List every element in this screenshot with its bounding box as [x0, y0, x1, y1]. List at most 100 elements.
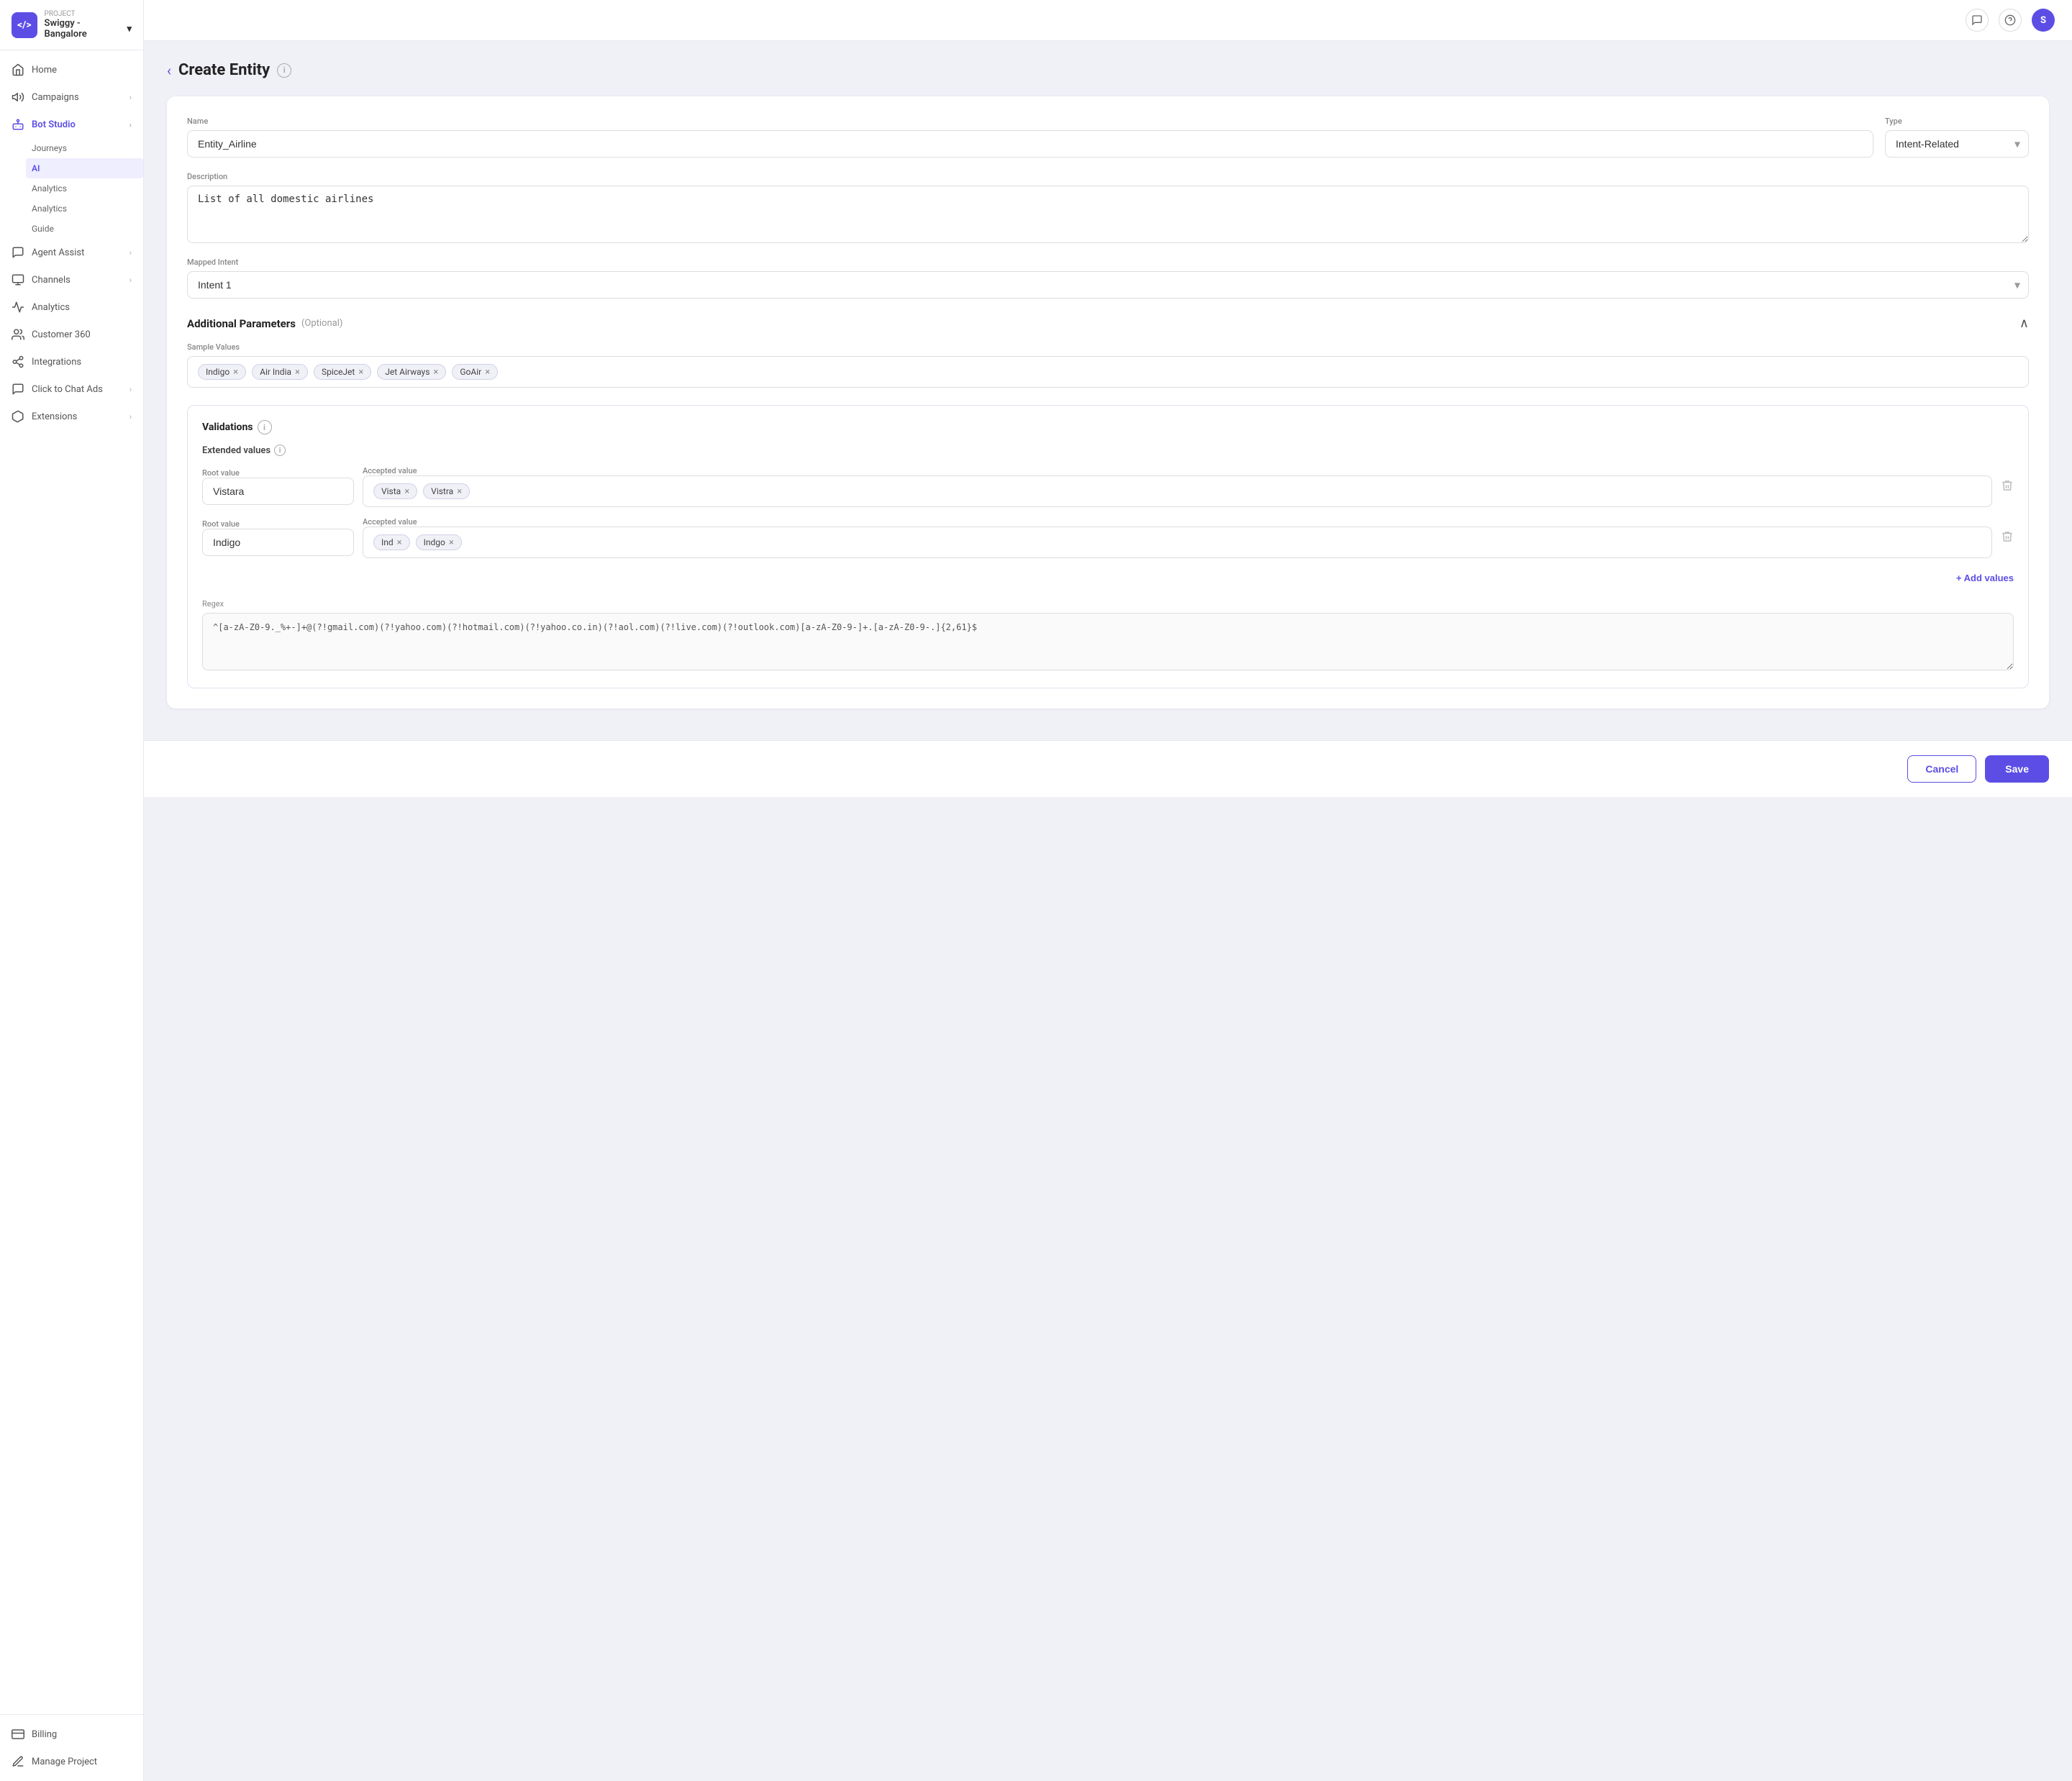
bot-studio-submenu: Journeys AI Analytics Analytics Guide: [0, 138, 143, 239]
sidebar-item-label: Integrations: [32, 357, 81, 368]
delete-row-1-button[interactable]: [2001, 479, 2014, 495]
description-input[interactable]: List of all domestic airlines: [187, 186, 2029, 243]
sidebar-item-label: Campaigns: [32, 92, 79, 103]
sidebar-item-ai[interactable]: AI: [26, 158, 143, 178]
validations-section: Validations i Extended values i Root val…: [187, 405, 2029, 688]
sidebar-item-agent-assist[interactable]: Agent Assist ›: [0, 239, 143, 266]
additional-params-section: Additional Parameters (Optional) ∧ Sampl…: [187, 316, 2029, 388]
sample-values-input[interactable]: Indigo × Air India × SpiceJet × Jet Ai: [187, 356, 2029, 388]
chevron-right-icon: ›: [130, 412, 132, 422]
sidebar-item-label: Analytics: [32, 302, 70, 313]
type-select[interactable]: Intent-Related Generic Custom: [1885, 130, 2029, 158]
extended-values-title: Extended values i: [202, 445, 2014, 456]
chat-icon: [12, 383, 24, 396]
back-button[interactable]: ‹: [167, 63, 171, 78]
tag-vista-close[interactable]: ×: [404, 487, 409, 496]
chat-bubble-icon: [1971, 14, 1983, 26]
name-type-row: Name Type Intent-Related Generic Custom: [187, 117, 2029, 158]
help-button[interactable]: [1999, 9, 2022, 32]
sidebar-item-channels[interactable]: Channels ›: [0, 266, 143, 293]
add-values-button[interactable]: + Add values: [1956, 568, 2014, 588]
sidebar-item-integrations[interactable]: Integrations: [0, 348, 143, 375]
accepted-values-input-2[interactable]: Ind × Indgo ×: [363, 527, 1992, 558]
tag-goair: GoAir ×: [452, 364, 498, 380]
optional-label: (Optional): [301, 318, 342, 329]
bot-icon: [12, 118, 24, 131]
mapped-intent-label: Mapped Intent: [187, 258, 2029, 267]
root-value-input-2[interactable]: [202, 529, 354, 556]
sidebar-item-manage-project[interactable]: Manage Project: [0, 1748, 143, 1775]
sidebar-item-bot-studio[interactable]: Bot Studio ›: [0, 111, 143, 138]
sidebar-item-click-to-chat[interactable]: Click to Chat Ads ›: [0, 375, 143, 403]
user-avatar[interactable]: S: [2032, 9, 2055, 32]
validations-title: Validations i: [202, 420, 2014, 434]
name-label: Name: [187, 117, 1873, 126]
sidebar-nav: Home Campaigns › Bot Studio › Journeys A…: [0, 50, 143, 1714]
cancel-button[interactable]: Cancel: [1907, 755, 1976, 783]
tag-indigo-close[interactable]: ×: [233, 368, 238, 377]
main-content: S ‹ Create Entity i Name Type Intent-Re: [144, 0, 2072, 1781]
extended-values-info-icon[interactable]: i: [274, 445, 286, 456]
tag-spicejet-close[interactable]: ×: [358, 368, 363, 377]
sidebar-item-label: Click to Chat Ads: [32, 384, 103, 395]
sidebar-bottom: Billing Manage Project: [0, 1714, 143, 1781]
tag-air-india: Air India ×: [252, 364, 308, 380]
chevron-right-icon: ›: [130, 248, 132, 258]
sample-values-label: Sample Values: [187, 342, 2029, 352]
sidebar-item-guide[interactable]: Guide: [32, 219, 143, 239]
accepted-value-label-1: Accepted value: [363, 466, 1992, 475]
topbar: S: [144, 0, 2072, 41]
validations-info-icon[interactable]: i: [258, 420, 272, 434]
sidebar-item-customer360[interactable]: Customer 360: [0, 321, 143, 348]
tag-vistra: Vistra ×: [423, 483, 470, 499]
chevron-right-icon: ›: [130, 385, 132, 394]
sidebar-item-analytics-1[interactable]: Analytics: [32, 178, 143, 199]
root-value-label-1: Root value: [202, 468, 354, 478]
sidebar-item-label: Home: [32, 65, 57, 76]
project-name[interactable]: Swiggy - Bangalore ▾: [45, 18, 132, 40]
sidebar-item-analytics-2[interactable]: Analytics: [32, 199, 143, 219]
tag-indgo: Indgo ×: [416, 534, 462, 550]
mapped-intent-select[interactable]: Intent 1 Intent 2 Intent 3: [187, 271, 2029, 299]
additional-params-title: Additional Parameters (Optional): [187, 317, 342, 330]
tag-ind-close[interactable]: ×: [397, 538, 402, 547]
page-content: ‹ Create Entity i Name Type Intent-Relat…: [144, 41, 2072, 740]
collapse-icon[interactable]: ∧: [2019, 316, 2029, 331]
tag-air-india-close[interactable]: ×: [295, 368, 300, 377]
sidebar-item-label: Bot Studio: [32, 119, 76, 130]
extended-value-row-1: Root value Accepted value Vista × Vistra: [202, 466, 2014, 507]
tag-goair-close[interactable]: ×: [485, 368, 490, 377]
billing-icon: [12, 1728, 24, 1741]
additional-params-header[interactable]: Additional Parameters (Optional) ∧: [187, 316, 2029, 331]
sidebar-item-billing[interactable]: Billing: [0, 1721, 143, 1748]
root-value-input-1[interactable]: [202, 478, 354, 505]
tag-jet-airways-close[interactable]: ×: [433, 368, 438, 377]
type-group: Type Intent-Related Generic Custom: [1885, 117, 2029, 158]
home-icon: [12, 63, 24, 76]
save-button[interactable]: Save: [1985, 755, 2049, 783]
accepted-values-input-1[interactable]: Vista × Vistra ×: [363, 475, 1992, 507]
regex-label: Regex: [202, 599, 2014, 609]
tag-vista: Vista ×: [373, 483, 417, 499]
name-input[interactable]: [187, 130, 1873, 158]
help-icon: [2004, 14, 2016, 26]
regex-input[interactable]: ^[a-zA-Z0-9._%+-]+@(?!gmail.com)(?!yahoo…: [202, 613, 2014, 670]
manage-icon: [12, 1755, 24, 1768]
tag-indgo-close[interactable]: ×: [449, 538, 454, 547]
sidebar-item-journeys[interactable]: Journeys: [32, 138, 143, 158]
trash-icon: [2001, 530, 2014, 543]
sidebar-item-label: Manage Project: [32, 1757, 97, 1767]
page-info-icon[interactable]: i: [277, 63, 291, 78]
sidebar-item-label: Agent Assist: [32, 247, 84, 258]
sidebar-item-analytics[interactable]: Analytics: [0, 293, 143, 321]
delete-row-2-button[interactable]: [2001, 530, 2014, 546]
trash-icon: [2001, 479, 2014, 492]
page-header: ‹ Create Entity i: [167, 61, 2049, 79]
sidebar-item-extensions[interactable]: Extensions ›: [0, 403, 143, 430]
sidebar-item-campaigns[interactable]: Campaigns ›: [0, 83, 143, 111]
sidebar-item-label: Billing: [32, 1729, 57, 1740]
chat-bubble-button[interactable]: [1966, 9, 1989, 32]
sidebar-item-home[interactable]: Home: [0, 56, 143, 83]
name-group: Name: [187, 117, 1873, 158]
tag-vistra-close[interactable]: ×: [457, 487, 462, 496]
